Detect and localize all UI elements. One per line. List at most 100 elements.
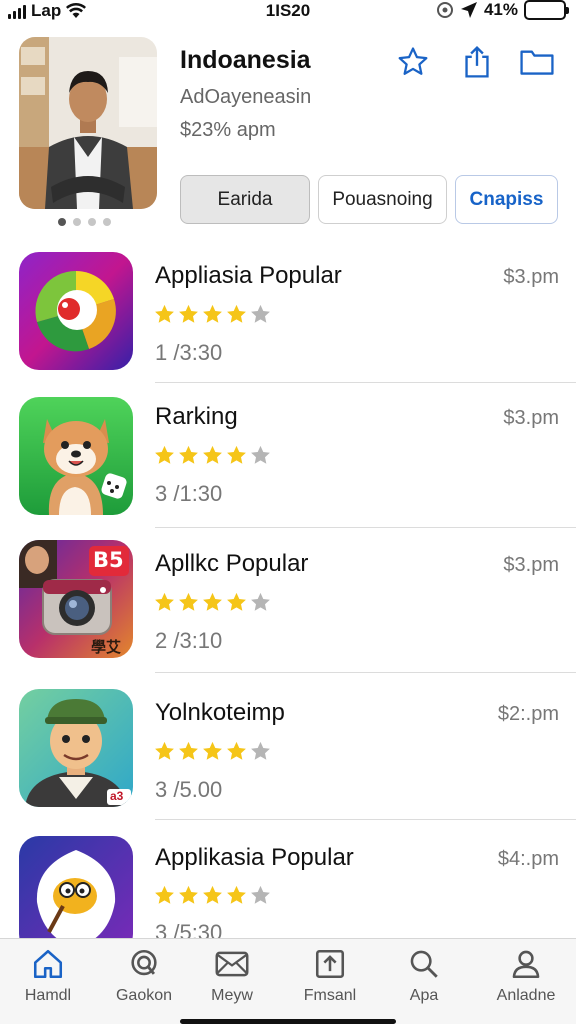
camera-app-icon: B5 學艾 [19,540,133,658]
star-filled-icon [225,303,248,331]
tab-anladne[interactable]: Anladne [478,947,574,1017]
star-filled-icon [225,591,248,619]
app-price: $4:.pm [497,848,559,870]
app-rank: 3 /1:30 [155,481,223,506]
tab-label: Meyw [211,987,253,1004]
search-icon [410,950,438,978]
app-rank: 2 /3:10 [155,628,223,653]
tab-meyw[interactable]: Meyw [184,947,280,1017]
star-filled-icon [153,591,176,619]
list-item[interactable]: Appliasia Popular $3.pm 1 /3:30 [0,238,576,383]
header-price: $23% apm [180,119,276,141]
star-empty-icon [249,303,272,331]
star-filled-icon [225,884,248,912]
mail-icon [215,951,249,977]
star-filled-icon [201,884,224,912]
star-filled-icon [177,303,200,331]
star-filled-icon [177,740,200,768]
carousel-dot[interactable] [58,218,66,226]
star-filled-icon [177,884,200,912]
orientation-lock-icon [436,2,453,18]
star-filled-icon [153,444,176,472]
person-icon [512,950,540,979]
carousel-dot[interactable] [103,218,111,226]
rating-stars [153,884,272,912]
rating-stars [153,444,272,472]
share-button[interactable] [459,44,495,80]
star-filled-icon [225,444,248,472]
rating-stars [153,303,272,331]
upload-box-icon [315,949,345,979]
folder-button[interactable] [519,44,555,80]
app-price: $3.pm [503,266,559,288]
star-empty-icon [249,740,272,768]
star-empty-icon [249,444,272,472]
location-arrow-icon [460,2,477,18]
star-filled-icon [201,444,224,472]
filter-button-1[interactable]: Earida [180,175,310,224]
tab-apa[interactable]: Apa [376,947,472,1017]
star-filled-icon [201,303,224,331]
search-circle-icon [131,949,157,976]
app-name: Apllkc Popular [155,550,309,577]
star-empty-icon [249,884,272,912]
divider [155,672,576,673]
filter-button-2[interactable]: Pouasnoing [318,175,447,224]
favorite-button[interactable] [395,44,431,80]
tab-label: Hamdl [24,987,72,1004]
home-indicator[interactable] [180,1019,396,1024]
star-filled-icon [225,740,248,768]
carousel-dot[interactable] [73,218,81,226]
star-empty-icon [249,591,272,619]
star-filled-icon [177,591,200,619]
app-rank: 1 /3:30 [155,340,223,365]
icon-caption: 學艾 [91,639,122,656]
color-wheel-app-icon [19,252,133,370]
featured-photo[interactable] [19,37,157,209]
star-outline-icon [398,47,428,75]
list-item[interactable]: a3 Yolnkoteimp $2:.pm 3 /5.00 [0,675,576,820]
cartoon-man-app-icon: a3 [19,689,133,807]
carousel-dot[interactable] [88,218,96,226]
home-icon [33,949,63,979]
app-price: $3.pm [503,407,559,429]
app-name: Rarking [155,403,238,430]
app-name: Applikasia Popular [155,844,354,871]
tab-fmsanl[interactable]: Fmsanl [282,947,378,1017]
rating-stars [153,591,272,619]
share-icon [465,45,489,78]
tab-gaokon[interactable]: Gaokon [96,947,192,1017]
tab-label: Apa [409,987,439,1004]
page-title: Indoanesia [180,46,311,74]
person-photo-image [19,37,157,209]
list-item[interactable]: B5 學艾 Apllkc Popular $3.pm 2 /3:10 [0,528,576,673]
star-filled-icon [201,591,224,619]
app-price: $2:.pm [497,703,559,725]
app-price: $3.pm [503,554,559,576]
app-name: Yolnkoteimp [155,699,285,726]
app-badge: a3 [110,789,124,803]
app-badge: B5 [93,548,124,572]
status-bar: Lap 1IS20 41% [0,0,576,24]
tab-home[interactable]: Hamdl [0,947,96,1017]
list-item[interactable]: Rarking $3.pm 3 /1:30 [0,383,576,528]
rating-stars [153,740,272,768]
tab-label: Fmsanl [303,987,357,1004]
filter-button-3[interactable]: Cnapiss [455,175,558,224]
star-filled-icon [153,884,176,912]
page-subtitle: AdOayeneasin [180,86,312,108]
star-filled-icon [177,444,200,472]
battery-icon [524,0,569,20]
tab-bar: Hamdl Gaokon Meyw Fmsanl Apa Anladne [0,938,576,1024]
mascot-app-icon [19,836,133,954]
tab-label: Gaokon [115,987,173,1004]
app-name: Appliasia Popular [155,262,342,289]
star-filled-icon [201,740,224,768]
star-filled-icon [153,303,176,331]
tab-label: Anladne [496,987,556,1004]
carousel-dots[interactable] [58,218,111,226]
app-rank: 3 /5.00 [155,777,223,802]
battery-percent: 41% [483,0,518,19]
shiba-dog-app-icon [19,397,133,515]
star-filled-icon [153,740,176,768]
